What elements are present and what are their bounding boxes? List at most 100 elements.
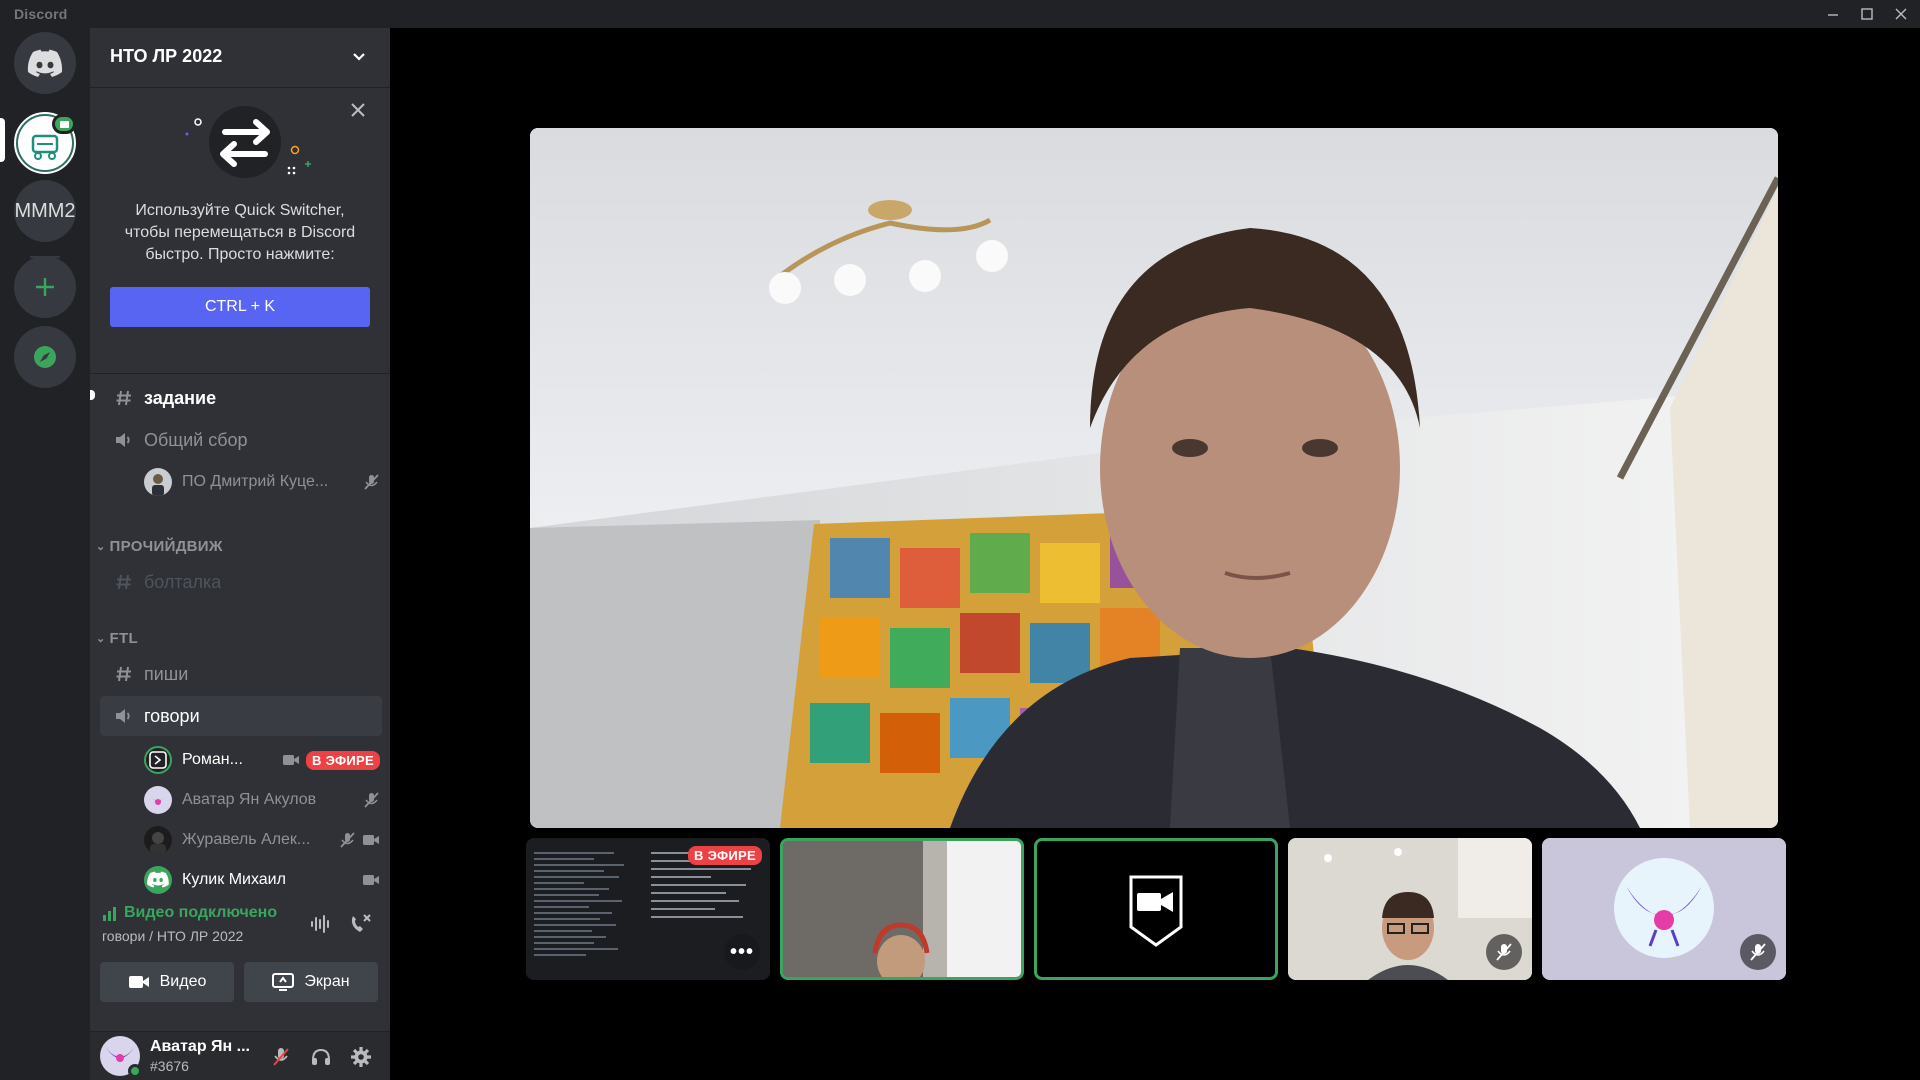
tile-participant-speaking[interactable]: [780, 838, 1024, 980]
participant-video-icon: [783, 841, 1021, 977]
server-name: НТО ЛР 2022: [110, 46, 223, 66]
camera-feed-image: [530, 128, 1778, 828]
maximize-button[interactable]: [1850, 0, 1884, 28]
voice-user-roman[interactable]: Роман... В ЭФИРЕ: [144, 742, 380, 778]
maximize-icon: [1861, 8, 1873, 20]
voice-status: Видео подключено: [102, 904, 277, 922]
channel-sidebar: НТО ЛР 2022 Используйте Quick Switcher, …: [90, 28, 390, 1080]
caret-down-icon: ⌄: [96, 633, 106, 645]
avatar: [144, 826, 172, 854]
signal-bars-icon: [103, 907, 116, 921]
avatar: [144, 746, 172, 774]
camera-icon: [363, 875, 379, 885]
plus-icon: [36, 278, 54, 296]
gear-icon: [351, 1047, 371, 1067]
voice-connection-panel: Видео подключено говори / НТО ЛР 2022 Ви…: [90, 898, 390, 1032]
close-window-button[interactable]: [1884, 0, 1918, 28]
channel-obshchiy-sbor-label: Общий сбор: [144, 429, 248, 450]
title-bar: Discord: [0, 0, 1920, 28]
user-tag: #3676: [150, 1058, 189, 1074]
hashtag-icon: [112, 570, 136, 594]
tile-screen-share[interactable]: В ЭФИРЕ •••: [526, 838, 770, 980]
category-ftl[interactable]: ⌄ FTL: [96, 630, 138, 647]
caret-down-icon: ⌄: [96, 541, 106, 553]
mic-muted-icon: [364, 474, 379, 490]
mic-muted-icon: [273, 1048, 289, 1066]
user-name: Аватар Ян ...: [150, 1038, 250, 1055]
channel-pishi[interactable]: пиши: [100, 654, 382, 694]
channel-zadanie[interactable]: задание: [100, 378, 382, 418]
muted-indicator: [1740, 934, 1776, 970]
explore-servers-button[interactable]: [14, 326, 76, 388]
compass-icon: [34, 346, 56, 368]
add-server-button[interactable]: [14, 256, 76, 318]
voice-user-kulik[interactable]: Кулик Михаил: [144, 862, 380, 898]
hashtag-icon: [112, 662, 136, 686]
tile-participant-glasses[interactable]: [1288, 838, 1532, 980]
speaker-icon: [112, 428, 136, 452]
server-mmm2[interactable]: MMM2: [14, 180, 76, 242]
quick-switcher-text: Используйте Quick Switcher, чтобы переме…: [124, 202, 356, 263]
disconnect-button[interactable]: [346, 910, 374, 938]
mute-button[interactable]: [266, 1042, 296, 1072]
muted-indicator: [1486, 934, 1522, 970]
mic-muted-icon: [364, 792, 379, 808]
minimize-button[interactable]: [1816, 0, 1850, 28]
screen-share-icon: [272, 973, 295, 991]
video-placeholder-icon: [1129, 875, 1183, 947]
camera-icon: [363, 835, 379, 845]
server-rail: MMM2: [0, 28, 90, 1080]
mic-muted-icon: [1496, 943, 1512, 961]
live-badge: В ЭФИРЕ: [306, 750, 380, 770]
camera-icon: [283, 755, 300, 765]
discord-logo-icon: [27, 49, 63, 77]
quick-switcher-illustration-icon: [185, 106, 311, 178]
chevron-down-icon: [350, 48, 368, 71]
tile-camera-off[interactable]: [1034, 838, 1278, 980]
channel-obshchiy-sbor[interactable]: Общий сбор: [100, 420, 382, 460]
server-header[interactable]: НТО ЛР 2022: [90, 28, 390, 88]
channel-govori[interactable]: говори: [100, 696, 382, 736]
speaker-icon: [112, 704, 136, 728]
avatar: [144, 866, 172, 894]
close-tip-button[interactable]: [346, 98, 370, 122]
quick-switcher-tip: Используйте Quick Switcher, чтобы переме…: [90, 88, 390, 374]
tile-participant-avatar[interactable]: [1542, 838, 1786, 980]
category-prochiydvizh[interactable]: ⌄ ПРОЧИЙДВИЖ: [96, 538, 223, 555]
close-icon: [1895, 8, 1907, 20]
live-indicator-icon: [52, 114, 76, 134]
voice-user-akulov[interactable]: Аватар Ян Акулов: [144, 782, 380, 818]
voice-location: говори / НТО ЛР 2022: [102, 928, 244, 944]
online-status-icon: [128, 1064, 142, 1078]
channel-zadanie-label: задание: [144, 387, 217, 408]
hashtag-icon: [112, 386, 136, 410]
mic-muted-icon: [340, 832, 355, 848]
quick-switcher-button[interactable]: CTRL + K: [110, 287, 370, 327]
mic-muted-icon: [1750, 943, 1766, 961]
close-icon: [351, 103, 365, 117]
voice-user-zhuravel[interactable]: Журавель Алек...: [144, 822, 380, 858]
settings-button[interactable]: [346, 1042, 376, 1072]
user-panel: Аватар Ян ... #3676: [90, 1032, 390, 1080]
more-options-button[interactable]: •••: [724, 934, 760, 970]
deafen-button[interactable]: [306, 1042, 336, 1072]
sound-wave-icon: [311, 915, 329, 933]
channel-boltalka[interactable]: болталка: [100, 562, 382, 602]
unread-indicator: [90, 390, 95, 400]
minimize-icon: [1828, 14, 1838, 16]
screen-share-button[interactable]: Экран: [244, 962, 378, 1002]
camera-icon: [128, 976, 149, 988]
avatar: [144, 786, 172, 814]
tile-live-badge: В ЭФИРЕ: [688, 846, 762, 865]
home-button[interactable]: [14, 32, 76, 94]
noise-suppression-button[interactable]: [306, 910, 334, 938]
headphones-icon: [312, 1048, 330, 1065]
avatar: [144, 468, 172, 496]
selected-server-indicator: [0, 118, 5, 162]
phone-hangup-icon: [351, 914, 371, 932]
app-title: Discord: [14, 6, 68, 22]
video-button[interactable]: Видео: [100, 962, 234, 1002]
server-mmm2-label: MMM2: [14, 199, 76, 222]
main-video-feed[interactable]: [530, 128, 1778, 828]
voice-user-dmitriy[interactable]: ПО Дмитрий Куце...: [144, 464, 380, 500]
